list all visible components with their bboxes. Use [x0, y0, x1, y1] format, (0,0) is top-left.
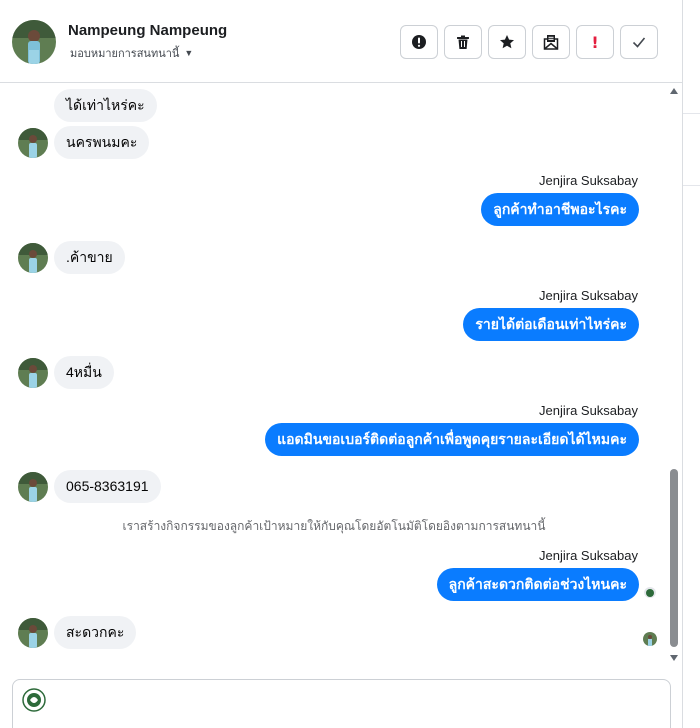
red-exclamation-icon: !: [591, 32, 599, 52]
delete-button[interactable]: [444, 25, 482, 59]
contact-avatar[interactable]: [12, 20, 56, 64]
outgoing-message-bubble[interactable]: แอดมินขอเบอร์ติดต่อลูกค้าเพื่อพูดคุยรายล…: [265, 423, 639, 456]
message-row-incoming: ได้เท่าไหร่คะ: [54, 89, 157, 122]
checkmark-icon: [632, 37, 646, 48]
outgoing-message-bubble[interactable]: ลูกค้าสะดวกติดต่อช่วงไหนคะ: [436, 568, 639, 601]
page-edge: [682, 0, 700, 728]
incoming-message-bubble[interactable]: นครพนมคะ: [54, 126, 150, 159]
incoming-message-bubble[interactable]: สะดวกคะ: [54, 616, 137, 649]
mark-done-button[interactable]: [620, 25, 658, 59]
envelope-icon: [543, 35, 559, 50]
scroll-down-arrow-icon[interactable]: [670, 655, 678, 661]
seen-avatar-icon: [644, 586, 656, 598]
scrollbar-thumb[interactable]: [670, 469, 678, 647]
caret-down-icon: ▼: [184, 48, 194, 58]
message-row-incoming: นครพนมคะ: [18, 126, 150, 159]
outgoing-message-bubble[interactable]: รายได้ต่อเดือนเท่าไหร่คะ: [463, 308, 639, 341]
thread-scrollbar[interactable]: [668, 84, 682, 668]
assign-label: มอบหมายการสนทนานี้: [70, 48, 180, 60]
divider: [683, 113, 700, 114]
incoming-message-bubble[interactable]: .ค้าขาย: [54, 241, 125, 274]
system-notice: เราสร้างกิจกรรมของลูกค้าเป้าหมายให้กับคุ…: [122, 519, 546, 533]
message-composer[interactable]: [12, 679, 671, 728]
agent-sender-name: Jenjira Suksabay: [539, 173, 638, 188]
message-thread[interactable]: ได้เท่าไหร่คะ นครพนมคะ Jenjira Suksabay …: [0, 84, 668, 668]
follow-up-button[interactable]: !: [576, 25, 614, 59]
incoming-message-bubble[interactable]: 065-8363191: [54, 470, 161, 503]
message-row-incoming: .ค้าขาย: [18, 241, 125, 274]
divider: [683, 185, 700, 186]
page-logo-icon: [22, 688, 46, 712]
customer-avatar[interactable]: [18, 471, 48, 502]
customer-avatar[interactable]: [18, 617, 48, 648]
customer-avatar[interactable]: [18, 127, 48, 158]
agent-sender-name: Jenjira Suksabay: [539, 288, 638, 303]
assign-conversation-dropdown[interactable]: มอบหมายการสนทนานี้ ▼: [70, 44, 193, 62]
contact-name[interactable]: Nampeung Nampeung: [68, 22, 227, 39]
message-row-incoming: สะดวกคะ: [18, 616, 137, 649]
incoming-message-bubble[interactable]: ได้เท่าไหร่คะ: [54, 89, 157, 122]
message-input[interactable]: [55, 686, 655, 716]
read-receipt-avatar-icon: [643, 632, 657, 646]
outgoing-message-bubble[interactable]: ลูกค้าทำอาชีพอะไรคะ: [481, 193, 639, 226]
star-button[interactable]: [488, 25, 526, 59]
scroll-up-arrow-icon[interactable]: [670, 88, 678, 94]
message-row-incoming: 065-8363191: [18, 470, 161, 503]
customer-avatar[interactable]: [18, 357, 48, 388]
agent-sender-name: Jenjira Suksabay: [539, 403, 638, 418]
report-spam-button[interactable]: [400, 25, 438, 59]
mark-unread-button[interactable]: [532, 25, 570, 59]
agent-sender-name: Jenjira Suksabay: [539, 548, 638, 563]
trash-icon: [457, 35, 469, 49]
conversation-actions: !: [400, 25, 658, 59]
conversation-header: Nampeung Nampeung มอบหมายการสนทนานี้ ▼ !: [0, 0, 682, 83]
customer-avatar[interactable]: [18, 242, 48, 273]
message-row-incoming: 4หมื่น: [18, 356, 114, 389]
incoming-message-bubble[interactable]: 4หมื่น: [54, 356, 114, 389]
exclamation-circle-icon: [412, 35, 426, 49]
star-icon: [500, 35, 514, 49]
